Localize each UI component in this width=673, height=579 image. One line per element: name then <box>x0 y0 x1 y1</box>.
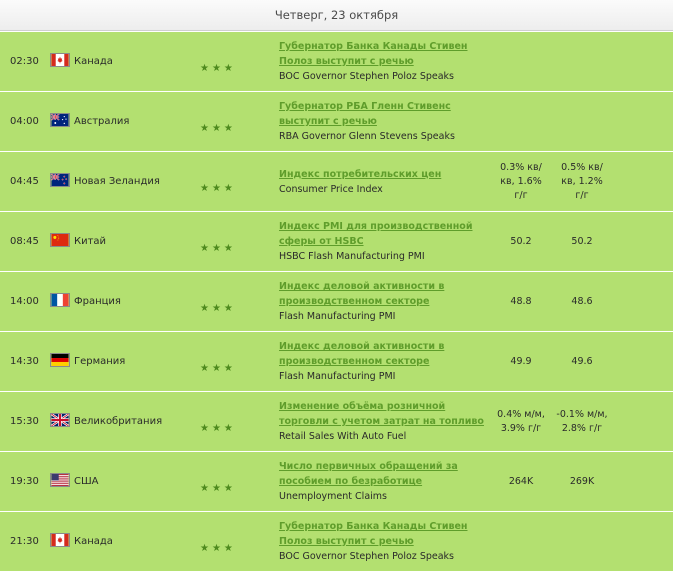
event-time: 21:30 <box>10 536 39 547</box>
event-forecast-value <box>556 32 608 91</box>
event-forecast-value: 269K <box>569 475 595 487</box>
event-previous-value: 48.8 <box>510 295 532 307</box>
event-forecast-value: 0.5% кв/кв, 1.2% г/г <box>561 161 603 201</box>
event-title-link[interactable]: Губернатор РБА Гленн Стивенс выступит с … <box>279 99 484 129</box>
gb-flag-icon <box>50 413 70 427</box>
event-row: 19:30 США ★★★ Число первичных обращений … <box>0 452 673 512</box>
event-country: США <box>74 476 99 487</box>
event-row: 15:30 Великобритания ★★★ Изменение объём… <box>0 392 673 452</box>
event-title-link[interactable]: Индекс деловой активности в производстве… <box>279 339 484 369</box>
event-description: Индекс PMI для производственной сферы от… <box>279 212 484 271</box>
importance-stars-icon: ★★★ <box>200 423 236 434</box>
ca-flag-icon <box>50 53 70 67</box>
importance-stars-icon: ★★★ <box>200 123 236 134</box>
event-forecast-value: 49.6 <box>571 355 593 367</box>
event-previous-value <box>495 32 547 91</box>
event-previous-value: 49.9 <box>510 355 532 367</box>
event-previous-value <box>495 512 547 571</box>
event-row: 02:30 Канада ★★★ Губернатор Банка Канады… <box>0 32 673 92</box>
event-title-english: Consumer Price Index <box>279 183 383 195</box>
event-country: Германия <box>74 356 126 367</box>
event-list: 02:30 Канада ★★★ Губернатор Банка Канады… <box>0 32 673 572</box>
event-title-link[interactable]: Индекс деловой активности в производстве… <box>279 279 484 309</box>
event-time: 14:00 <box>10 296 39 307</box>
event-time: 04:00 <box>10 116 39 127</box>
event-row: 21:30 Канада ★★★ Губернатор Банка Канады… <box>0 512 673 572</box>
event-description: Губернатор РБА Гленн Стивенс выступит с … <box>279 92 484 151</box>
event-time: 02:30 <box>10 56 39 67</box>
importance-stars-icon: ★★★ <box>200 543 236 554</box>
ca-flag-icon <box>50 533 70 547</box>
event-country: Китай <box>74 236 107 247</box>
calendar-day-header: Четверг, 23 октября <box>0 0 673 31</box>
event-country: Канада <box>74 536 113 547</box>
us-flag-icon <box>50 473 70 487</box>
event-forecast-value <box>556 512 608 571</box>
event-description: Число первичных обращений за пособием по… <box>279 452 484 511</box>
event-description: Индекс деловой активности в производстве… <box>279 332 484 391</box>
event-title-english: Unemployment Claims <box>279 491 387 502</box>
event-time: 15:30 <box>10 416 39 427</box>
event-previous-value: 50.2 <box>510 235 532 247</box>
event-title-english: Retail Sales With Auto Fuel <box>279 431 407 442</box>
event-forecast-value: 50.2 <box>571 235 593 247</box>
event-row: 04:45 Новая Зеландия ★★★ Индекс потребит… <box>0 152 673 212</box>
event-forecast-value <box>556 92 608 151</box>
event-country: Канада <box>74 56 113 67</box>
de-flag-icon <box>50 353 70 367</box>
event-country: Австралия <box>74 116 130 127</box>
event-previous-value: 0.4% м/м, 3.9% г/г <box>497 408 545 434</box>
event-title-link[interactable]: Губернатор Банка Канады Стивен Полоз выс… <box>279 519 484 549</box>
event-previous-value <box>495 92 547 151</box>
importance-stars-icon: ★★★ <box>200 243 236 254</box>
event-country: Новая Зеландия <box>74 176 160 187</box>
event-title-english: BOC Governor Stephen Poloz Speaks <box>279 71 454 82</box>
importance-stars-icon: ★★★ <box>200 183 236 194</box>
event-forecast-value: -0.1% м/м, 2.8% г/г <box>556 408 608 434</box>
event-forecast-value: 48.6 <box>571 295 593 307</box>
event-row: 04:00 Австралия ★★★ Губернатор РБА Гленн… <box>0 92 673 152</box>
event-title-link[interactable]: Изменение объёма розничной торговли с уч… <box>279 399 484 429</box>
au-flag-icon <box>50 113 70 127</box>
event-previous-value: 0.3% кв/кв, 1.6% г/г <box>500 161 542 201</box>
event-time: 04:45 <box>10 176 39 187</box>
event-description: Губернатор Банка Канады Стивен Полоз выс… <box>279 512 484 571</box>
event-row: 14:00 Франция ★★★ Индекс деловой активно… <box>0 272 673 332</box>
event-title-link[interactable]: Число первичных обращений за пособием по… <box>279 459 484 489</box>
event-title-english: Flash Manufacturing PMI <box>279 371 396 382</box>
nz-flag-icon <box>50 173 70 187</box>
event-previous-value: 264K <box>508 475 534 487</box>
event-row: 14:30 Германия ★★★ Индекс деловой активн… <box>0 332 673 392</box>
event-title-english: Flash Manufacturing PMI <box>279 311 396 322</box>
event-country: Великобритания <box>74 416 163 427</box>
event-description: Индекс деловой активности в производстве… <box>279 272 484 331</box>
event-time: 14:30 <box>10 356 39 367</box>
event-description: Индекс потребительских цен Consumer Pric… <box>279 152 484 211</box>
event-title-english: RBA Governor Glenn Stevens Speaks <box>279 131 455 142</box>
importance-stars-icon: ★★★ <box>200 63 236 74</box>
cn-flag-icon <box>50 233 70 247</box>
event-country: Франция <box>74 296 121 307</box>
fr-flag-icon <box>50 293 70 307</box>
event-title-link[interactable]: Индекс PMI для производственной сферы от… <box>279 219 484 249</box>
event-description: Изменение объёма розничной торговли с уч… <box>279 392 484 451</box>
event-title-english: HSBC Flash Manufacturing PMI <box>279 251 425 262</box>
economic-calendar: Четверг, 23 октября 02:30 Канада ★★★ Губ… <box>0 0 673 573</box>
importance-stars-icon: ★★★ <box>200 483 236 494</box>
event-row: 08:45 Китай ★★★ Индекс PMI для производс… <box>0 212 673 272</box>
event-title-link[interactable]: Индекс потребительских цен <box>279 167 484 182</box>
importance-stars-icon: ★★★ <box>200 303 236 314</box>
importance-stars-icon: ★★★ <box>200 363 236 374</box>
event-title-english: BOC Governor Stephen Poloz Speaks <box>279 551 454 562</box>
event-description: Губернатор Банка Канады Стивен Полоз выс… <box>279 32 484 91</box>
event-time: 19:30 <box>10 476 39 487</box>
calendar-date: Четверг, 23 октября <box>274 8 399 22</box>
event-title-link[interactable]: Губернатор Банка Канады Стивен Полоз выс… <box>279 39 484 69</box>
event-time: 08:45 <box>10 236 39 247</box>
